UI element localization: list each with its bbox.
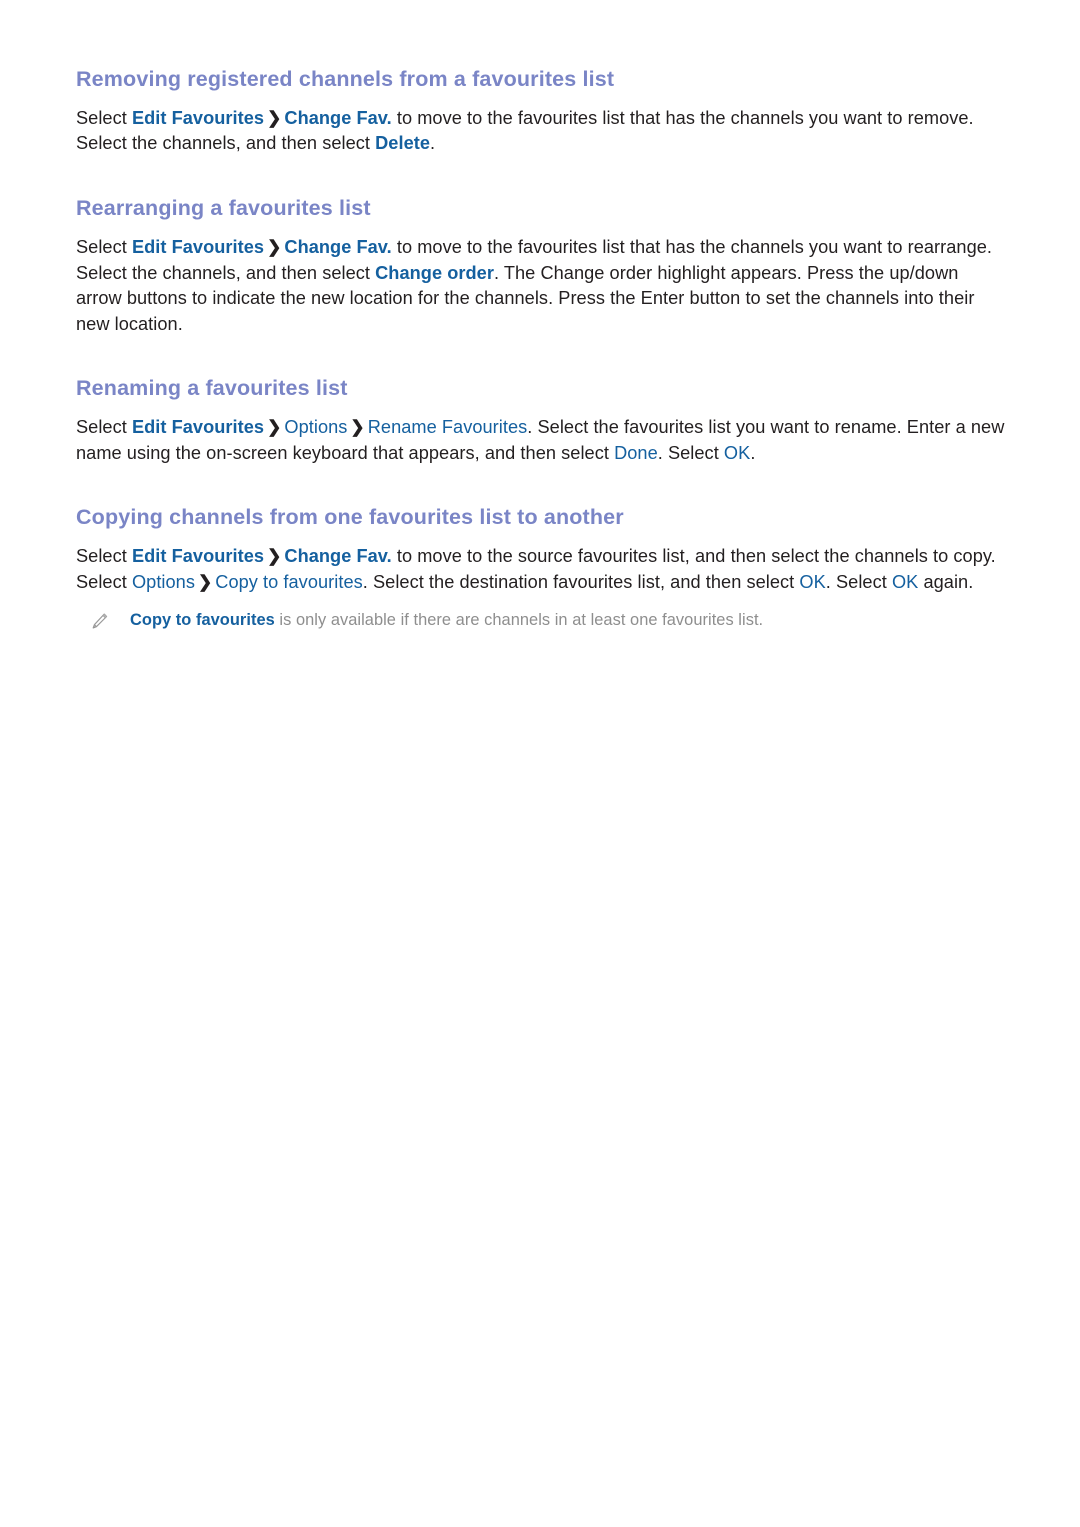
link-change-order[interactable]: Change order (375, 263, 494, 283)
link-change-fav[interactable]: Change Fav. (284, 546, 391, 566)
section-renaming-favourites-list: Renaming a favourites list Select Edit F… (76, 375, 1006, 466)
link-change-fav[interactable]: Change Fav. (284, 108, 391, 128)
link-ok[interactable]: OK (892, 572, 918, 592)
content-column: Removing registered channels from a favo… (76, 66, 1006, 631)
section-paragraph: Select Edit Favourites ❯ Change Fav. to mo… (76, 106, 1006, 157)
chevron-right-icon: ❯ (267, 546, 282, 566)
link-change-fav[interactable]: Change Fav. (284, 237, 391, 257)
text-fragment: . (750, 442, 756, 463)
section-paragraph: Select Edit Favourites ❯ Change Fav. to mo… (76, 544, 1006, 595)
section-paragraph: Select Edit Favourites ❯ Options ❯ Rename Fa… (76, 415, 1006, 466)
text-fragment: Select (76, 107, 132, 128)
section-rearranging-favourites-list: Rearranging a favourites list Select Edi… (76, 195, 1006, 337)
text-fragment: is only available if there are channels … (274, 611, 764, 630)
link-copy-to-favourites[interactable]: Copy to favourites (215, 572, 362, 592)
text-fragment: Select (76, 236, 132, 257)
text-fragment: Select (76, 546, 132, 567)
link-edit-favourites[interactable]: Edit Favourites (132, 108, 264, 128)
link-copy-to-favourites[interactable]: Copy to favourites (130, 611, 275, 629)
section-heading: Removing registered channels from a favo… (76, 67, 615, 91)
section-copying-channels-between-lists: Copying channels from one favourites lis… (76, 504, 1006, 631)
section-removing-registered-channels: Removing registered channels from a favo… (76, 66, 1006, 157)
link-edit-favourites[interactable]: Edit Favourites (132, 417, 264, 437)
chevron-right-icon: ❯ (350, 417, 365, 437)
section-heading: Copying channels from one favourites lis… (76, 505, 624, 530)
text-fragment: again. (918, 571, 974, 592)
section-paragraph: Select Edit Favourites ❯ Change Fav. to mo… (76, 235, 1006, 337)
link-edit-favourites[interactable]: Edit Favourites (132, 546, 264, 566)
text-fragment: Select (76, 417, 132, 438)
chevron-right-icon: ❯ (267, 108, 282, 128)
text-fragment: . Select (657, 442, 724, 463)
note-block: Copy to favourites is only available if … (76, 609, 1006, 631)
note-text: Copy to favourites is only available if … (130, 609, 763, 631)
document-page: Removing registered channels from a favo… (0, 0, 1080, 1527)
chevron-right-icon: ❯ (267, 237, 282, 257)
section-heading: Renaming a favourites list (76, 376, 348, 401)
pencil-icon (88, 611, 110, 633)
link-options[interactable]: Options (284, 417, 347, 437)
link-options[interactable]: Options (132, 572, 195, 592)
text-fragment: . Select (825, 571, 892, 592)
chevron-right-icon: ❯ (197, 572, 213, 592)
link-ok[interactable]: OK (724, 443, 750, 463)
chevron-right-icon: ❯ (267, 417, 282, 437)
link-rename-favourites[interactable]: Rename Favourites (368, 417, 528, 437)
link-ok[interactable]: OK (799, 572, 825, 592)
text-fragment: . (430, 133, 436, 154)
link-delete[interactable]: Delete (375, 133, 430, 153)
link-edit-favourites[interactable]: Edit Favourites (132, 237, 264, 257)
link-done[interactable]: Done (614, 443, 658, 463)
text-fragment: . Select the destination favourites list… (362, 571, 800, 592)
section-heading: Rearranging a favourites list (76, 196, 371, 221)
